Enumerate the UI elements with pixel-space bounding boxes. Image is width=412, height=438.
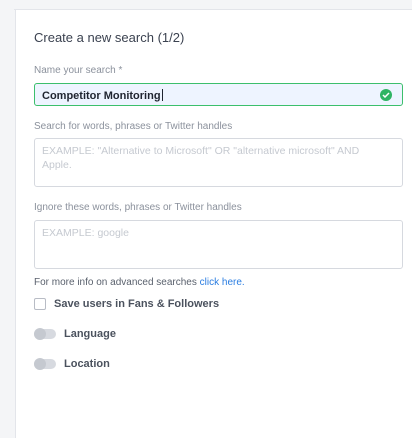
search-name-value: Competitor Monitoring	[42, 89, 163, 102]
ignore-words-textarea[interactable]: EXAMPLE: google	[34, 220, 403, 269]
valid-check-icon	[380, 89, 392, 101]
left-sidebar-strip	[0, 0, 14, 438]
save-users-checkbox[interactable]	[34, 298, 46, 310]
search-words-textarea[interactable]: EXAMPLE: "Alternative to Microsoft" OR "…	[34, 138, 403, 187]
save-users-option[interactable]: Save users in Fans & Followers	[34, 298, 219, 310]
create-search-panel: Create a new search (1/2) Name your sear…	[15, 10, 412, 438]
location-label: Location	[64, 358, 110, 370]
location-toggle-knob	[34, 358, 46, 370]
ignore-label: Ignore these words, phrases or Twitter h…	[34, 202, 242, 213]
language-option[interactable]: Language	[34, 328, 116, 340]
search-name-input[interactable]: Competitor Monitoring	[34, 83, 403, 106]
language-toggle-knob	[34, 328, 46, 340]
language-label: Language	[64, 328, 116, 340]
words-label: Search for words, phrases or Twitter han…	[34, 121, 233, 132]
text-caret	[161, 89, 163, 101]
location-option[interactable]: Location	[34, 358, 110, 370]
advanced-info: For more info on advanced searches click…	[34, 277, 245, 288]
location-toggle[interactable]	[34, 358, 56, 370]
advanced-info-link[interactable]: click here.	[200, 277, 245, 288]
name-label: Name your search *	[34, 65, 123, 76]
top-bar	[0, 0, 412, 10]
panel-title: Create a new search (1/2)	[34, 30, 185, 45]
advanced-info-text: For more info on advanced searches	[34, 277, 200, 288]
save-users-label: Save users in Fans & Followers	[54, 298, 220, 310]
language-toggle[interactable]	[34, 328, 56, 340]
search-words-placeholder: EXAMPLE: "Alternative to Microsoft" OR "…	[42, 145, 360, 171]
ignore-words-placeholder: EXAMPLE: google	[42, 227, 129, 239]
